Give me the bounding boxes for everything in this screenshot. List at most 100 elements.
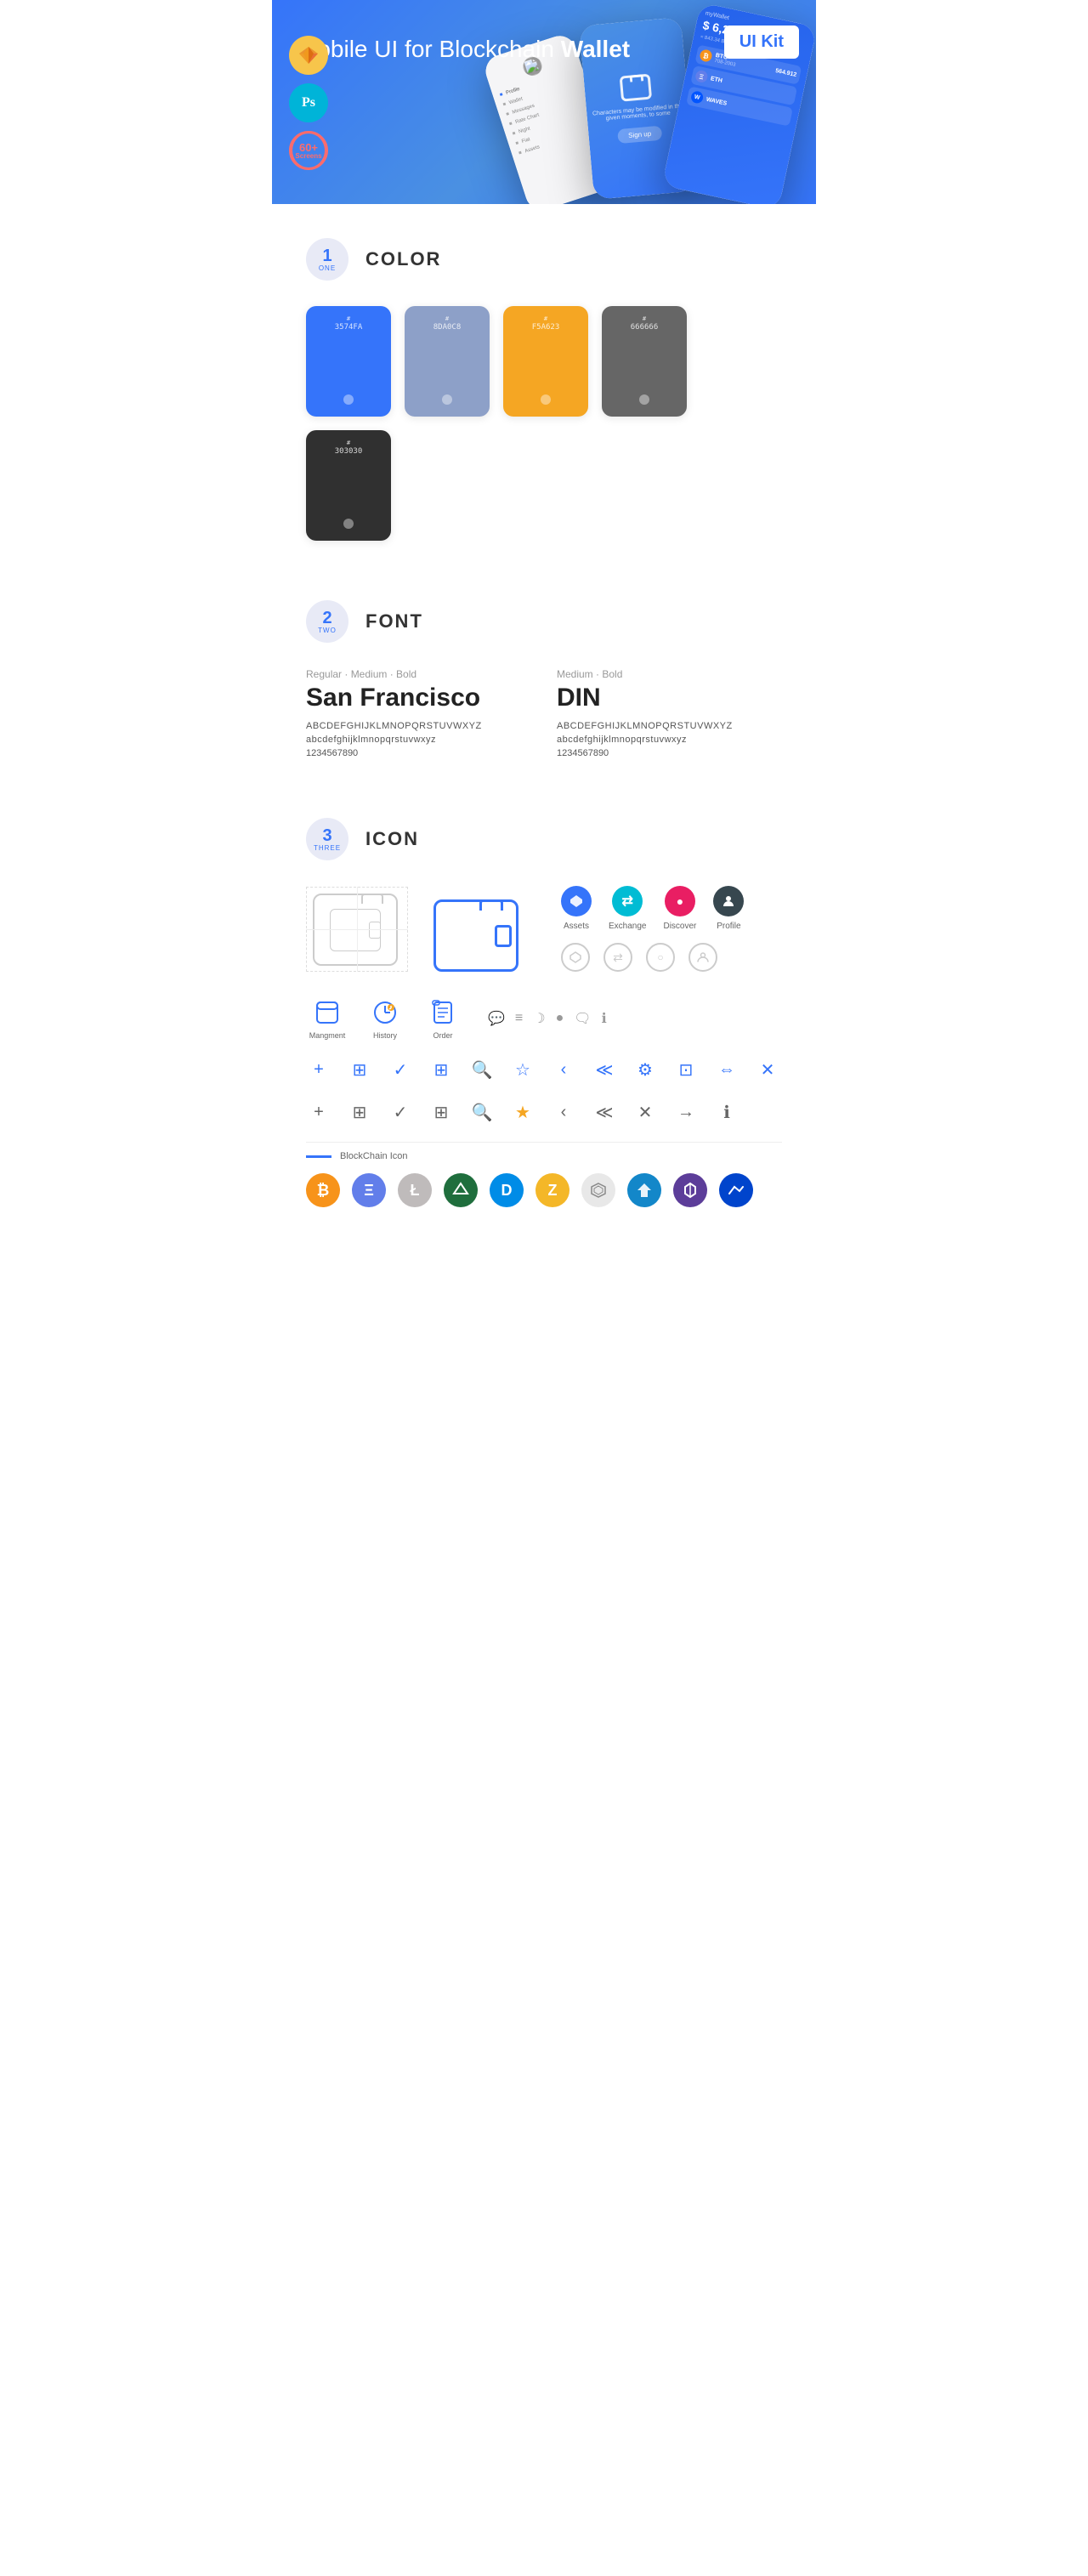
font-grid: Regular · Medium · Bold San Francisco AB… [306, 668, 782, 758]
crescent-icon: ☽ [533, 1010, 545, 1027]
circle-icon: ● [556, 1011, 564, 1026]
assets-label: Assets [564, 922, 589, 931]
close-icon: ✕ [755, 1057, 780, 1082]
font-title: FONT [366, 610, 423, 633]
color-dot-gray [639, 394, 649, 405]
signup-button[interactable]: Sign up [617, 126, 661, 144]
history-label: History [373, 1031, 397, 1040]
check-icon: ✓ [388, 1057, 413, 1082]
color-title: COLOR [366, 248, 441, 270]
misc-icons-small: 💬 ≡ ☽ ● 🗨 ℹ [488, 1010, 607, 1027]
order-svg [430, 1000, 456, 1025]
grid-crypto-icon [581, 1173, 615, 1207]
profile-icon-item: Profile [713, 886, 744, 931]
hero-badges: Ps 60+ Screens [289, 36, 328, 170]
color-section-number: 1 ONE [306, 238, 348, 281]
color-swatch-orange: #F5A623 [503, 306, 588, 417]
discover-outline-icon: ○ [646, 943, 675, 972]
font-section-number: 2 TWO [306, 600, 348, 643]
phone-tagline: Characters may be modified in thegiven m… [592, 103, 683, 122]
history-svg [372, 1000, 398, 1025]
color-label-orange: #F5A623 [532, 315, 560, 332]
box-icon: ⊡ [673, 1057, 699, 1082]
hero-title-bold: Wallet [561, 36, 630, 62]
discover-icon-item: ● Discover [663, 886, 696, 931]
color-label-slate: #8DA0C8 [434, 315, 462, 332]
plus-icon: + [306, 1057, 332, 1082]
font-word: TWO [318, 627, 337, 634]
hero-title: Mobile UI for Blockchain Wallet [298, 34, 790, 65]
info-icon-gray: ℹ [714, 1099, 740, 1125]
grid-icon-gray: ⊞ [347, 1099, 372, 1125]
photoshop-badge: Ps [289, 83, 328, 122]
main-content: 1 ONE COLOR #3574FA #8DA0C8 #F5A623 #666… [272, 204, 816, 1267]
color-label-blue: #3574FA [335, 315, 363, 332]
profile-label: Profile [717, 922, 740, 931]
color-section: 1 ONE COLOR #3574FA #8DA0C8 #F5A623 #666… [306, 204, 782, 566]
assets-icon-item: Assets [561, 886, 592, 931]
icon-section: 3 THREE ICON [306, 784, 782, 1267]
nav-icons-filled: Assets ⇄ Exchange ● Discover [561, 886, 744, 931]
x-icon-gray: ✕ [632, 1099, 658, 1125]
color-swatch-blue: #3574FA [306, 306, 391, 417]
hero-section: Mobile UI for Blockchain Wallet UI Kit ■… [272, 0, 816, 204]
qr-icon: ⊞ [428, 1057, 454, 1082]
history-icon [370, 997, 400, 1028]
exchange-outline-icon: ⇄ [604, 943, 632, 972]
discover-icon: ● [665, 886, 695, 916]
guideline-horizontal [306, 929, 408, 930]
font-number: 2 [322, 610, 332, 627]
strat-icon [627, 1173, 661, 1207]
ltc-icon: Ł [398, 1173, 432, 1207]
sf-upper: ABCDEFGHIJKLMNOPQRSTUVWXYZ [306, 721, 531, 731]
star-icon: ☆ [510, 1057, 536, 1082]
app-icons-row: Mangment History [306, 997, 782, 1040]
icon-word: THREE [314, 844, 341, 852]
nav-icons-outline: ⇄ ○ [561, 943, 744, 972]
discover-outline-sym: ○ [657, 951, 663, 963]
screens-badge: 60+ Screens [289, 131, 328, 170]
sf-name: San Francisco [306, 684, 531, 712]
exchange-icon: ⇄ [612, 886, 643, 916]
din-lower: abcdefghijklmnopqrstuvwxyz [557, 735, 782, 745]
blockchain-label: BlockChain Icon [306, 1151, 782, 1161]
sf-style-label: Regular · Medium · Bold [306, 668, 531, 680]
qr-icon-gray: ⊞ [428, 1099, 454, 1125]
profile-outline-svg [697, 951, 709, 963]
nav-icons-group: Assets ⇄ Exchange ● Discover [561, 886, 744, 972]
din-nums: 1234567890 [557, 748, 782, 758]
ps-label: Ps [302, 95, 315, 111]
font-section-header: 2 TWO FONT [306, 600, 782, 643]
crypto-icons-row: ₿ Ξ Ł D Z [306, 1173, 782, 1207]
color-label-dark: #303030 [335, 439, 363, 456]
exchange-label: Exchange [609, 922, 646, 931]
share-icon-gray: ≪ [592, 1099, 617, 1125]
icon-section-header: 3 THREE ICON [306, 818, 782, 860]
icon-number: 3 [322, 827, 332, 844]
waves-svg [728, 1182, 745, 1199]
star-icon-gold: ★ [510, 1099, 536, 1125]
color-swatch-dark: #303030 [306, 430, 391, 541]
font-block-din: Medium · Bold DIN ABCDEFGHIJKLMNOPQRSTUV… [557, 668, 782, 758]
icon-title: ICON [366, 828, 419, 850]
chat-icon: 🗨 [574, 1010, 591, 1027]
swap-icon: ⇔ [714, 1057, 740, 1082]
wallet-icon-mid [620, 74, 652, 102]
exchange-outline-sym: ⇄ [613, 950, 623, 965]
btc-icon: ₿ [306, 1173, 340, 1207]
color-grid: #3574FA #8DA0C8 #F5A623 #666666 #303030 [306, 306, 782, 541]
management-label: Mangment [309, 1031, 346, 1040]
management-icon [312, 997, 343, 1028]
color-swatch-gray: #666666 [602, 306, 687, 417]
wallet-solid-inner [450, 915, 502, 957]
exchange-symbol: ⇄ [622, 893, 633, 910]
wallet-wireframe-container [306, 887, 408, 972]
font-block-sf: Regular · Medium · Bold San Francisco AB… [306, 668, 531, 758]
color-dot-orange [541, 394, 551, 405]
strat-svg [636, 1182, 653, 1199]
assets-outline-icon [561, 943, 590, 972]
back-icon: ‹ [551, 1057, 576, 1082]
profile-icon [713, 886, 744, 916]
sf-lower: abcdefghijklmnopqrstuvwxyz [306, 735, 531, 745]
discover-label: Discover [663, 922, 696, 931]
